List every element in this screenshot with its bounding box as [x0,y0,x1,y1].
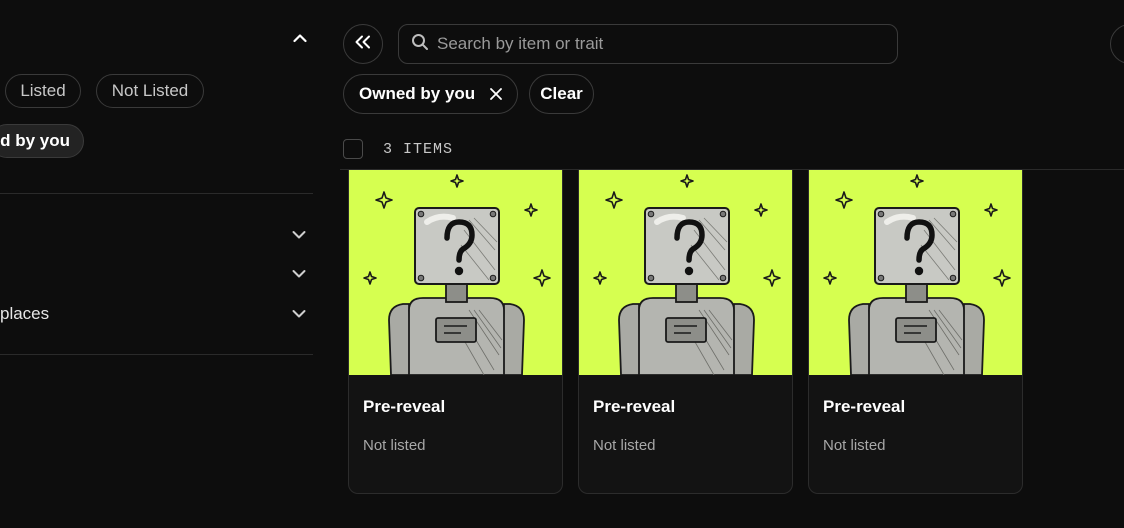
item-count: 3 ITEMS [383,141,454,158]
item-name: Pre-reveal [593,397,676,416]
select-all-checkbox[interactable] [343,139,363,159]
close-icon[interactable] [488,86,504,102]
chevron-down-icon [290,305,308,323]
item-image [349,170,562,375]
sidebar-section-label: places [0,304,50,323]
item-status: Not listed [593,437,656,454]
chevron-up-icon[interactable] [290,28,310,48]
item-name: Pre-reveal [363,397,446,416]
clear-filters-button[interactable]: Clear [529,74,594,114]
chevron-down-icon [290,265,308,283]
status-pill-not-listed[interactable]: Not Listed [96,74,204,108]
item-status: Not listed [823,437,886,454]
item-status: Not listed [363,437,426,454]
search-icon [411,33,429,56]
sidebar-divider [0,193,313,194]
search-input[interactable] [437,34,877,54]
item-card[interactable]: Pre-reveal Not listed [578,170,793,494]
view-toggle-button[interactable] [1110,24,1124,64]
filter-sidebar: Listed Not Listed ed by you places [0,0,313,528]
owned-by-you-pill[interactable]: ed by you [0,124,84,158]
sidebar-section-marketplaces[interactable]: places [0,298,313,330]
item-image [809,170,1022,375]
sidebar-divider [0,354,313,355]
active-filter-chip: Owned by you [343,74,519,114]
collapse-sidebar-button[interactable] [343,24,383,64]
search-bar [398,24,898,64]
item-card[interactable]: Pre-reveal Not listed [348,170,563,494]
item-card[interactable]: Pre-reveal Not listed [808,170,1023,494]
sidebar-section-1[interactable] [0,219,313,251]
double-chevron-left-icon [354,35,372,54]
status-pill-listed[interactable]: Listed [5,74,81,108]
chevron-down-icon [290,226,308,244]
filter-chip-label: Owned by you [359,84,476,103]
item-name: Pre-reveal [823,397,906,416]
item-image [579,170,792,375]
sidebar-section-2[interactable] [0,258,313,290]
